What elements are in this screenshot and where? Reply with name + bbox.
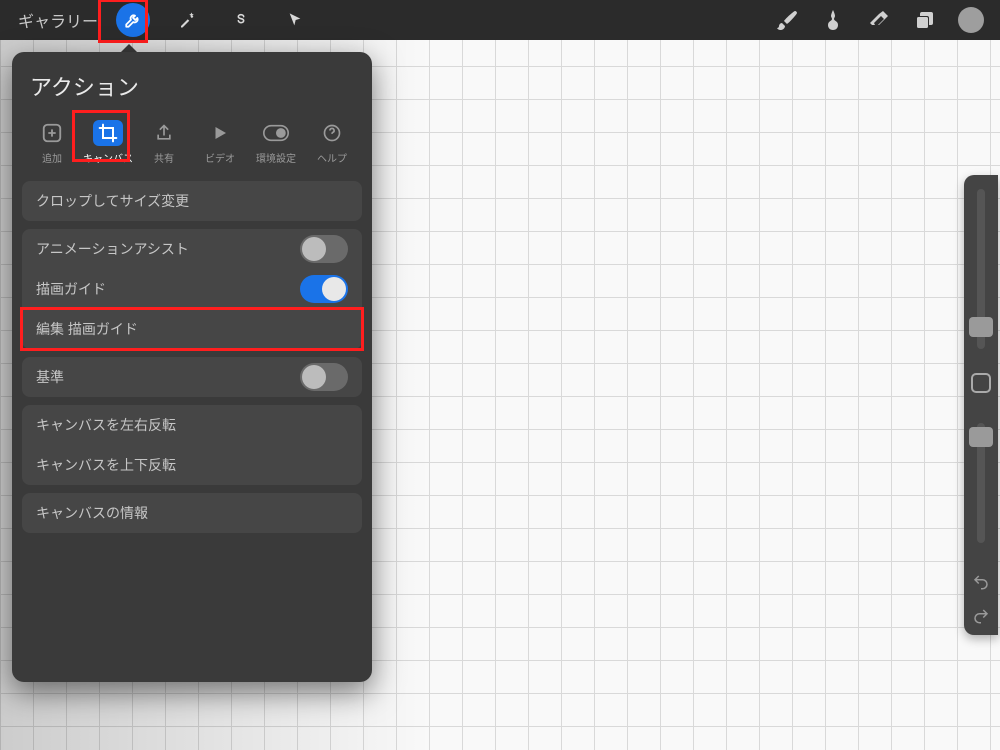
brush-opacity-thumb[interactable]	[969, 427, 993, 447]
actions-panel: アクション 追加 キャンバス 共有 ビデオ 環境設定 ヘルプ クロ	[12, 52, 372, 682]
toggle-icon	[263, 124, 289, 142]
tab-prefs-label: 環境設定	[256, 150, 296, 165]
help-icon	[322, 123, 342, 143]
toggle-anim-assist[interactable]	[300, 235, 348, 263]
row-flip-h[interactable]: キャンバスを左右反転	[22, 405, 362, 445]
tab-prefs[interactable]: 環境設定	[248, 116, 304, 169]
row-drawing-guide[interactable]: 描画ガイド	[22, 269, 362, 309]
smudge-tool-button[interactable]	[820, 7, 846, 33]
tab-help[interactable]: ヘルプ	[304, 116, 360, 169]
selection-button[interactable]	[224, 3, 258, 37]
cursor-arrow-icon	[287, 12, 303, 28]
actions-wrench-button[interactable]	[116, 3, 150, 37]
row-edit-guide[interactable]: 編集 描画ガイド	[22, 309, 362, 349]
tab-canvas[interactable]: キャンバス	[80, 116, 136, 169]
tab-add-label: 追加	[42, 150, 62, 165]
selection-s-icon	[233, 12, 249, 28]
brush-icon	[775, 8, 799, 32]
top-toolbar: ギャラリー	[0, 0, 1000, 40]
adjustments-button[interactable]	[170, 3, 204, 37]
tab-canvas-label: キャンバス	[83, 150, 133, 165]
smudge-icon	[821, 8, 845, 32]
play-icon	[211, 124, 229, 142]
toggle-drawing-guide[interactable]	[300, 275, 348, 303]
brush-opacity-slider[interactable]	[977, 423, 985, 543]
share-icon	[154, 123, 174, 143]
row-reference-label: 基準	[36, 367, 64, 387]
brush-size-slider[interactable]	[977, 189, 985, 349]
row-flip-h-label: キャンバスを左右反転	[36, 415, 176, 435]
toggle-reference[interactable]	[300, 363, 348, 391]
layers-button[interactable]	[912, 7, 938, 33]
tab-help-label: ヘルプ	[317, 150, 347, 165]
row-canvas-info[interactable]: キャンバスの情報	[22, 493, 362, 533]
brush-tool-button[interactable]	[774, 7, 800, 33]
row-reference[interactable]: 基準	[22, 357, 362, 397]
row-flip-v-label: キャンバスを上下反転	[36, 455, 176, 475]
panel-tabs: 追加 キャンバス 共有 ビデオ 環境設定 ヘルプ	[12, 112, 372, 177]
tab-share-label: 共有	[154, 150, 174, 165]
gallery-button[interactable]: ギャラリー	[10, 8, 106, 32]
right-sidebar	[964, 175, 998, 635]
redo-icon[interactable]	[970, 607, 992, 625]
wrench-icon	[124, 11, 142, 29]
row-anim-assist-label: アニメーションアシスト	[36, 239, 189, 259]
wand-icon	[178, 11, 196, 29]
crop-icon	[98, 123, 118, 143]
color-picker-button[interactable]	[958, 7, 984, 33]
undo-icon[interactable]	[970, 573, 992, 591]
plus-square-icon	[41, 122, 63, 144]
row-canvas-info-label: キャンバスの情報	[36, 503, 148, 523]
tab-share[interactable]: 共有	[136, 116, 192, 169]
row-crop-label: クロップしてサイズ変更	[36, 191, 189, 211]
brush-size-thumb[interactable]	[969, 317, 993, 337]
panel-title: アクション	[12, 52, 372, 112]
transform-button[interactable]	[278, 3, 312, 37]
modifier-button[interactable]	[971, 373, 991, 393]
eraser-icon	[867, 8, 891, 32]
tab-add[interactable]: 追加	[24, 116, 80, 169]
layers-icon	[913, 8, 937, 32]
row-crop-resize[interactable]: クロップしてサイズ変更	[22, 181, 362, 221]
row-drawing-guide-label: 描画ガイド	[36, 279, 106, 299]
eraser-tool-button[interactable]	[866, 7, 892, 33]
tab-video-label: ビデオ	[205, 150, 235, 165]
row-anim-assist[interactable]: アニメーションアシスト	[22, 229, 362, 269]
row-edit-guide-label: 編集 描画ガイド	[36, 319, 138, 339]
tab-video[interactable]: ビデオ	[192, 116, 248, 169]
row-flip-v[interactable]: キャンバスを上下反転	[22, 445, 362, 485]
